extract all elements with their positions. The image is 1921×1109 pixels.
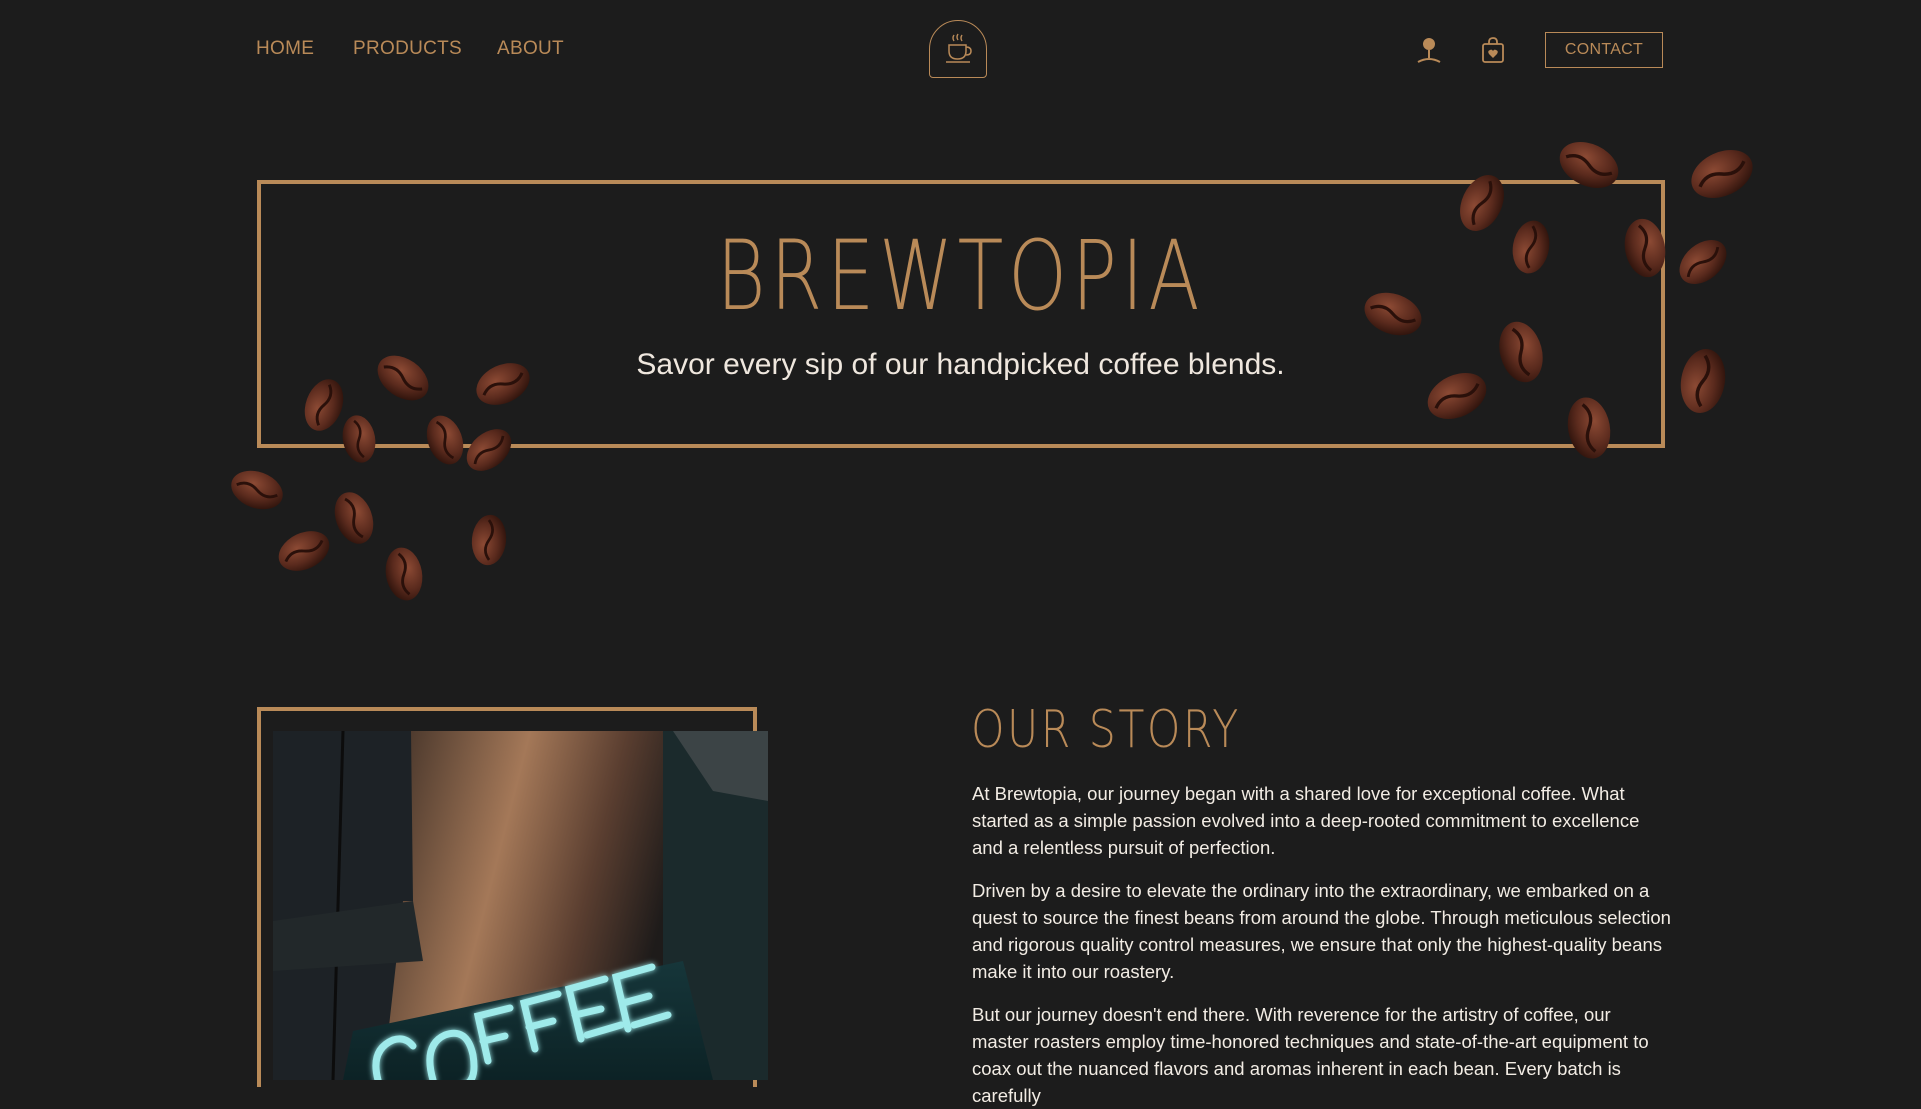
cart-button[interactable] [1480,36,1506,64]
coffee-cup-logo-icon [946,33,972,63]
story-paragraph: Driven by a desire to elevate the ordina… [972,880,1671,982]
shopping-bag-icon [1482,37,1504,63]
coffee-bean-icon [326,485,382,551]
story-paragraph: At Brewtopia, our journey began with a s… [972,783,1640,858]
contact-button[interactable]: CONTACT [1545,32,1663,68]
account-button[interactable] [1416,36,1442,64]
hero-title: BREWTOPIA [716,220,1205,332]
coffee-bean-icon [1681,138,1763,210]
coffee-bean-icon [270,521,338,581]
brand-logo[interactable] [929,20,987,78]
coffee-shop-photo [273,731,768,1080]
coffee-bean-icon [224,462,290,518]
coffee-bean-icon [380,543,428,605]
story-title: OUR STORY [971,700,1241,760]
user-icon [1417,38,1441,63]
hero-subtitle: Savor every sip of our handpicked coffee… [636,348,1285,381]
nav-about-link[interactable]: ABOUT [497,38,564,60]
nav-products-link[interactable]: PRODUCTS [353,38,462,60]
story-paragraph: But our journey doesn't end there. With … [972,1004,1649,1106]
nav-home-link[interactable]: HOME [256,38,314,60]
coffee-bean-icon [468,512,510,568]
